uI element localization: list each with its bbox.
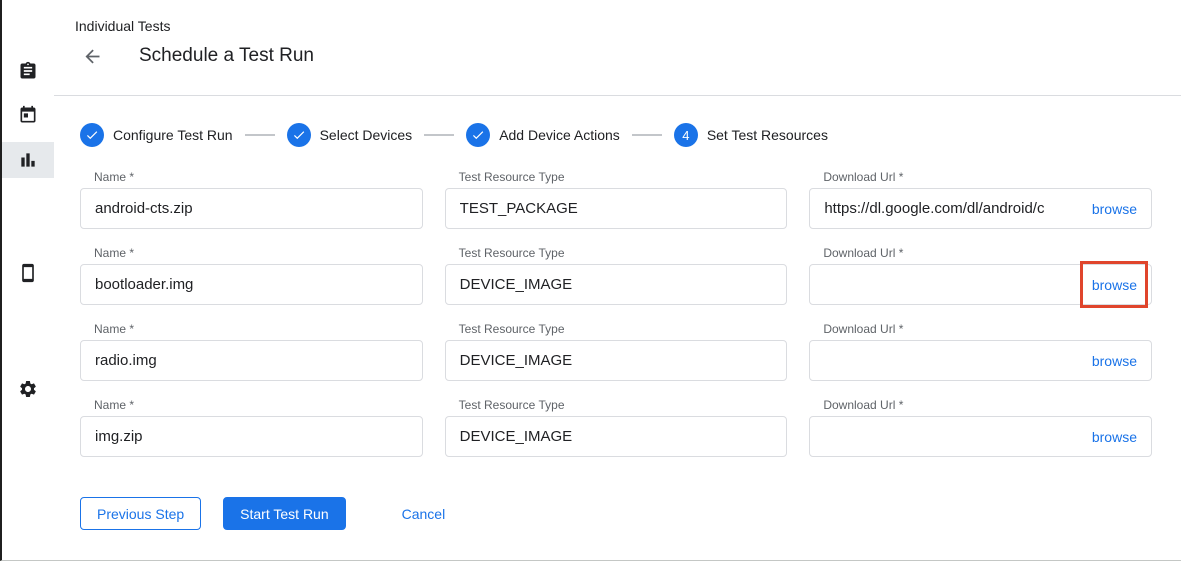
resource-url-cell: Download Url * browse bbox=[809, 246, 1152, 305]
url-field: browse bbox=[809, 416, 1152, 457]
type-input[interactable] bbox=[460, 352, 773, 369]
resource-url-cell: Download Url * browse bbox=[809, 322, 1152, 381]
browse-button[interactable]: browse bbox=[1092, 353, 1137, 369]
url-input[interactable] bbox=[824, 276, 1082, 293]
type-label: Test Resource Type bbox=[459, 398, 788, 412]
browse-button[interactable]: browse bbox=[1092, 429, 1137, 445]
app-window: Individual Tests Schedule a Test Run Con… bbox=[0, 0, 1181, 561]
step-label: Select Devices bbox=[320, 127, 413, 143]
browse-button[interactable]: browse bbox=[1092, 201, 1137, 217]
type-input[interactable] bbox=[460, 200, 773, 217]
sidebar-item-test-plans[interactable] bbox=[2, 97, 54, 133]
type-label: Test Resource Type bbox=[459, 246, 788, 260]
type-field bbox=[445, 188, 788, 229]
url-input[interactable] bbox=[824, 352, 1082, 369]
check-icon bbox=[471, 128, 485, 142]
url-label: Download Url * bbox=[823, 398, 1152, 412]
resource-url-cell: Download Url * browse bbox=[809, 170, 1152, 229]
sidebar-item-settings[interactable] bbox=[2, 371, 54, 407]
sidebar-item-test-suites[interactable] bbox=[2, 53, 54, 89]
resource-name-cell: Name * bbox=[80, 246, 423, 305]
step-active-circle: 4 bbox=[674, 123, 698, 147]
url-field: browse bbox=[809, 188, 1152, 229]
step-connector bbox=[424, 134, 454, 136]
resource-url-cell: Download Url * browse bbox=[809, 398, 1152, 457]
main-content: Individual Tests Schedule a Test Run Con… bbox=[54, 0, 1181, 560]
name-input[interactable] bbox=[95, 276, 408, 293]
previous-step-button[interactable]: Previous Step bbox=[80, 497, 201, 530]
url-input[interactable] bbox=[824, 200, 1082, 217]
name-field bbox=[80, 416, 423, 457]
name-label: Name * bbox=[94, 322, 423, 336]
type-input[interactable] bbox=[460, 276, 773, 293]
cancel-button[interactable]: Cancel bbox=[386, 497, 462, 530]
step-connector bbox=[632, 134, 662, 136]
step-connector bbox=[245, 134, 275, 136]
assignment-icon bbox=[18, 61, 38, 81]
name-field bbox=[80, 188, 423, 229]
form-actions: Previous Step Start Test Run Cancel bbox=[80, 497, 461, 530]
resource-name-cell: Name * bbox=[80, 322, 423, 381]
test-resources-form: Name * Test Resource Type Download Url *… bbox=[80, 170, 1152, 457]
step-label: Set Test Resources bbox=[707, 127, 828, 143]
sidebar bbox=[2, 0, 54, 560]
step-complete-circle bbox=[287, 123, 311, 147]
smartphone-icon bbox=[18, 263, 38, 283]
step-configure-test-run[interactable]: Configure Test Run bbox=[80, 123, 233, 147]
resource-name-cell: Name * bbox=[80, 398, 423, 457]
type-field bbox=[445, 340, 788, 381]
step-label: Configure Test Run bbox=[113, 127, 233, 143]
resource-type-cell: Test Resource Type bbox=[445, 170, 788, 229]
url-field: browse bbox=[809, 264, 1152, 305]
type-label: Test Resource Type bbox=[459, 170, 788, 184]
name-label: Name * bbox=[94, 246, 423, 260]
resource-type-cell: Test Resource Type bbox=[445, 398, 788, 457]
step-set-test-resources[interactable]: 4 Set Test Resources bbox=[674, 123, 828, 147]
step-complete-circle bbox=[466, 123, 490, 147]
type-field bbox=[445, 416, 788, 457]
calendar-icon bbox=[18, 105, 38, 125]
name-field bbox=[80, 264, 423, 305]
name-label: Name * bbox=[94, 170, 423, 184]
type-input[interactable] bbox=[460, 428, 773, 445]
gear-icon bbox=[18, 379, 38, 399]
url-field: browse bbox=[809, 340, 1152, 381]
step-number: 4 bbox=[682, 128, 689, 143]
header-divider bbox=[54, 95, 1181, 96]
back-button[interactable] bbox=[80, 44, 104, 68]
bar-chart-icon bbox=[18, 150, 38, 170]
name-input[interactable] bbox=[95, 352, 408, 369]
url-label: Download Url * bbox=[823, 170, 1152, 184]
start-test-run-button[interactable]: Start Test Run bbox=[223, 497, 345, 530]
type-label: Test Resource Type bbox=[459, 322, 788, 336]
name-field bbox=[80, 340, 423, 381]
resource-name-cell: Name * bbox=[80, 170, 423, 229]
url-label: Download Url * bbox=[823, 322, 1152, 336]
arrow-back-icon bbox=[82, 46, 103, 67]
breadcrumb: Individual Tests bbox=[75, 18, 170, 34]
step-select-devices[interactable]: Select Devices bbox=[287, 123, 413, 147]
stepper: Configure Test Run Select Devices Add De… bbox=[80, 123, 828, 147]
url-input[interactable] bbox=[824, 428, 1082, 445]
step-label: Add Device Actions bbox=[499, 127, 620, 143]
resource-type-cell: Test Resource Type bbox=[445, 246, 788, 305]
check-icon bbox=[292, 128, 306, 142]
url-label: Download Url * bbox=[823, 246, 1152, 260]
resource-type-cell: Test Resource Type bbox=[445, 322, 788, 381]
name-input[interactable] bbox=[95, 428, 408, 445]
name-label: Name * bbox=[94, 398, 423, 412]
type-field bbox=[445, 264, 788, 305]
step-add-device-actions[interactable]: Add Device Actions bbox=[466, 123, 620, 147]
sidebar-item-devices[interactable] bbox=[2, 255, 54, 291]
name-input[interactable] bbox=[95, 200, 408, 217]
sidebar-item-test-runs[interactable] bbox=[2, 142, 54, 178]
page-title: Schedule a Test Run bbox=[139, 45, 314, 67]
check-icon bbox=[85, 128, 99, 142]
browse-button-highlighted[interactable]: browse bbox=[1092, 277, 1137, 293]
step-complete-circle bbox=[80, 123, 104, 147]
